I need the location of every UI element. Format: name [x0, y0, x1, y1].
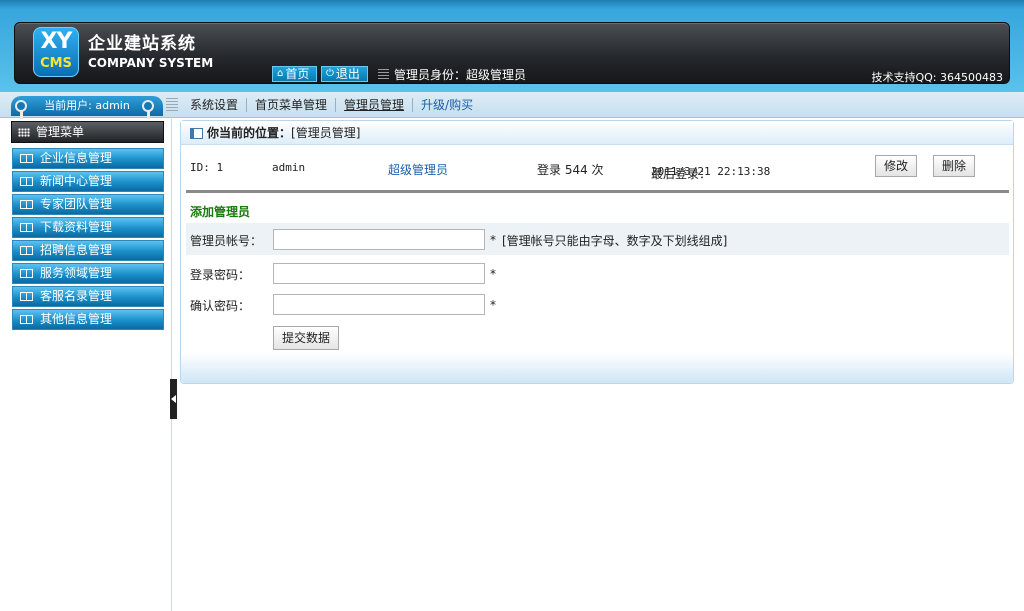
nav-menu: 系统设置 首页菜单管理 管理员管理 升级/购买: [182, 96, 481, 114]
book-icon: [20, 223, 33, 232]
password-required-mark: *: [490, 267, 496, 281]
sidebar-item-label: 服务领域管理: [40, 266, 113, 280]
admin-id: ID: 1: [190, 161, 224, 174]
admin-login-count: 登录 544 次: [537, 163, 604, 177]
admin-panel: 你当前的位置：[管理员管理] ID: 1 admin 超级管理员 登录 544 …: [180, 120, 1014, 384]
admin-role: 管理员身份：超级管理员: [378, 66, 526, 83]
form-title: 添加管理员: [190, 205, 251, 219]
home-button[interactable]: ⌂ 首页: [272, 66, 317, 82]
admin-name: admin: [272, 161, 306, 174]
nav-item-admin-management[interactable]: 管理员管理: [336, 98, 414, 112]
confirm-password-input[interactable]: [273, 294, 485, 315]
account-required-mark: *: [490, 233, 496, 247]
ring-left-icon: [15, 100, 27, 112]
sidebar-title: 管理菜单: [36, 125, 85, 139]
last-login-value: 2011/3/21 22:13:38: [651, 165, 771, 178]
sidebar-menu: 企业信息管理 新闻中心管理 专家团队管理 下载资料管理 招聘信息管理 服务领域管…: [12, 148, 164, 332]
home-label: 首页: [285, 67, 310, 81]
admin-role-link[interactable]: 超级管理员: [388, 161, 448, 178]
password-label: 登录密码：: [190, 268, 251, 282]
sidebar-item-downloads[interactable]: 下载资料管理: [12, 217, 164, 238]
breadcrumb-label: 你当前的位置：: [207, 126, 292, 140]
power-icon: ⏻: [326, 68, 334, 79]
home-icon: ⌂: [277, 68, 284, 79]
sidebar-item-services[interactable]: 服务领域管理: [12, 263, 164, 284]
ring-right-icon: [142, 100, 154, 112]
logout-button[interactable]: ⏻ 退出: [321, 66, 368, 82]
sidebar-item-label: 客服名录管理: [40, 289, 113, 303]
nav-item-upgrade[interactable]: 升级/购买: [413, 98, 481, 112]
sidebar-item-label: 其他信息管理: [40, 312, 113, 326]
support-contact: 技术支持QQ: 364500483: [871, 71, 1003, 84]
list-icon: [378, 69, 389, 80]
edit-button[interactable]: 修改: [875, 155, 917, 177]
confirm-password-row: 确认密码： *: [186, 288, 1009, 320]
sidebar-collapse-handle[interactable]: [170, 379, 177, 419]
divider: [186, 190, 1009, 193]
sidebar-item-label: 新闻中心管理: [40, 174, 113, 188]
logo-xy-text: XY: [40, 29, 73, 54]
delete-button[interactable]: 删除: [933, 155, 975, 177]
header-bar: XY CMS 企业建站系统 COMPANY SYSTEM ⌂ 首页 ⏻ 退出 管…: [0, 0, 1024, 92]
sidebar-item-label: 下载资料管理: [40, 220, 113, 234]
nav-item-system-settings[interactable]: 系统设置: [182, 98, 248, 112]
admin-role-text: 管理员身份：超级管理员: [394, 68, 527, 82]
sidebar-item-experts[interactable]: 专家团队管理: [12, 194, 164, 215]
sidebar-item-label: 企业信息管理: [40, 151, 113, 165]
sidebar-item-news[interactable]: 新闻中心管理: [12, 171, 164, 192]
book-icon: [20, 315, 33, 324]
top-nav-bar: 当前用户: admin 系统设置 首页菜单管理 管理员管理 升级/购买: [0, 92, 1024, 120]
nav-item-home-menu[interactable]: 首页菜单管理: [247, 98, 337, 112]
book-icon: [20, 154, 33, 163]
logout-label: 退出: [335, 67, 360, 81]
book-icon: [20, 177, 33, 186]
location-icon: [190, 128, 203, 139]
current-user-badge: 当前用户: admin: [11, 96, 163, 116]
confirm-required-mark: *: [490, 298, 496, 312]
logo: XY CMS: [33, 27, 79, 77]
sidebar-item-customer-service[interactable]: 客服名录管理: [12, 286, 164, 307]
account-label: 管理员帐号：: [190, 234, 263, 248]
sidebar-item-recruitment[interactable]: 招聘信息管理: [12, 240, 164, 261]
account-input[interactable]: [273, 229, 485, 250]
sidebar-item-other-info[interactable]: 其他信息管理: [12, 309, 164, 330]
logo-cms-text: CMS: [40, 56, 72, 71]
sidebar-header: 管理菜单: [11, 121, 164, 143]
sidebar-item-label: 专家团队管理: [40, 197, 113, 211]
nav-grip-icon: [166, 98, 178, 112]
logo-title-en: COMPANY SYSTEM: [88, 56, 214, 70]
book-icon: [20, 292, 33, 301]
book-icon: [20, 246, 33, 255]
logo-title-cn: 企业建站系统: [88, 34, 196, 54]
menu-grid-icon: [18, 128, 30, 137]
submit-button[interactable]: 提交数据: [273, 326, 340, 350]
breadcrumb: 你当前的位置：[管理员管理]: [181, 121, 1013, 145]
account-hint: [管理帐号只能由字母、数字及下划线组成]: [502, 234, 728, 248]
panel-footer: [181, 353, 1013, 383]
book-icon: [20, 200, 33, 209]
sidebar-item-company-info[interactable]: 企业信息管理: [12, 148, 164, 169]
sidebar-item-label: 招聘信息管理: [40, 243, 113, 257]
password-row: 登录密码： *: [186, 257, 1009, 289]
book-icon: [20, 269, 33, 278]
sidebar: 管理菜单 企业信息管理 新闻中心管理 专家团队管理 下载资料管理 招聘信息管理 …: [0, 119, 172, 611]
password-input[interactable]: [273, 263, 485, 284]
confirm-password-label: 确认密码：: [190, 299, 251, 313]
breadcrumb-value: [管理员管理]: [291, 126, 361, 140]
account-row: 管理员帐号： * [管理帐号只能由字母、数字及下划线组成]: [186, 223, 1009, 255]
